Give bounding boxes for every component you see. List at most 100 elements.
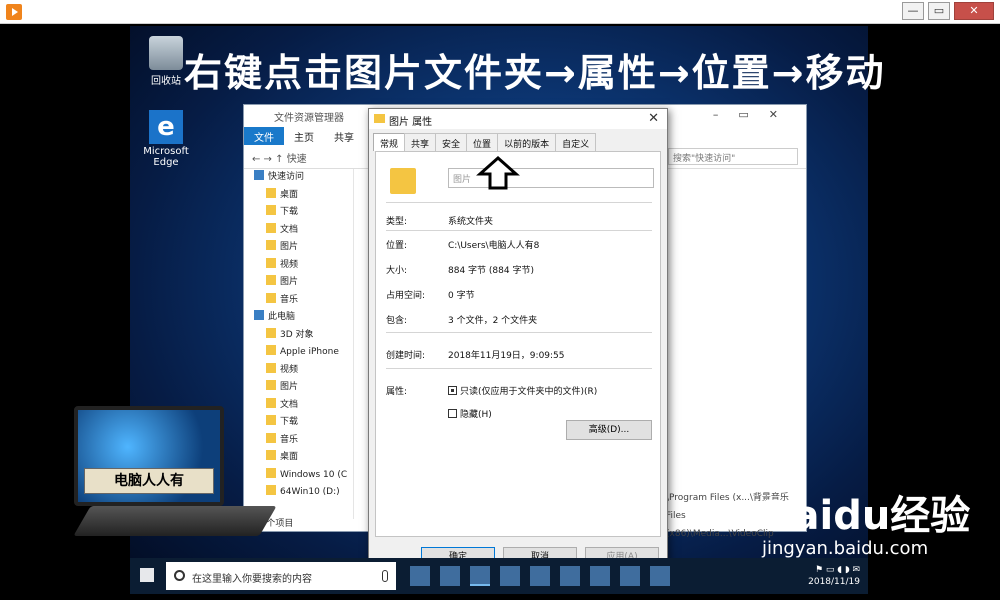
nav-item-label: 64Win10 (D:) [280, 487, 340, 497]
nav-item[interactable]: Apple iPhone [244, 344, 353, 362]
player-app-icon [6, 4, 22, 20]
edge-label-line1: Microsoft [143, 146, 189, 157]
nav-item-label: 图片 [280, 242, 299, 252]
nav-item[interactable]: 64Win10 (D:) [244, 484, 353, 502]
tutorial-caption: 右键点击图片文件夹→属性→位置→移动 [184, 51, 886, 95]
tab-sharing[interactable]: 共享 [404, 133, 437, 151]
folder-icon [266, 187, 276, 198]
star-icon [254, 310, 264, 320]
laptop-keyboard-graphic [73, 506, 277, 536]
nav-item[interactable]: 桌面 [244, 449, 353, 467]
nav-item-label: 文档 [280, 224, 299, 235]
microphone-icon[interactable] [382, 570, 388, 582]
checkbox-indeterminate-icon [448, 386, 457, 395]
edge-label-line2: Edge [153, 157, 179, 168]
hidden-label: 隐藏(H) [460, 410, 492, 420]
window-controls: — ▭ ✕ [902, 2, 994, 20]
brand-label: 电脑人人有 [84, 468, 214, 494]
nav-item[interactable]: 此电脑 [244, 309, 353, 327]
folder-icon [266, 450, 276, 460]
nav-item[interactable]: 文档 [244, 222, 353, 240]
tab-general[interactable]: 常规 [373, 133, 406, 151]
edge-icon: e [149, 110, 183, 144]
minimize-button[interactable]: — [902, 2, 924, 20]
general-tab-panel: 图片 类型: 系统文件夹 位置: C:\Users\电脑人人有8 大小: 884… [375, 151, 661, 537]
nav-item[interactable]: 3D 对象 [244, 327, 353, 345]
properties-dialog: 图片 属性 ✕ 常规 共享 安全 位置 以前的版本 自定义 图片 类型: 系统文… [368, 108, 668, 576]
nav-item-label: Windows 10 (C [280, 469, 348, 480]
nav-item[interactable]: 下载 [244, 204, 353, 222]
divider [386, 368, 652, 369]
nav-item-label: 图片 [280, 277, 299, 287]
ribbon-tab-share[interactable]: 共享 [324, 127, 364, 145]
file-explorer-taskbar-icon[interactable] [470, 566, 490, 586]
desktop-icon-edge[interactable]: e Microsoft Edge [136, 110, 196, 168]
video-frame: 回收站 e Microsoft Edge 右键点击图片文件夹→属性→位置→移动 … [8, 26, 992, 594]
folder-icon [266, 415, 276, 425]
location-label: 位置: [386, 241, 408, 251]
taskbar-search-box[interactable]: 在这里输入你要搜索的内容 [166, 562, 396, 590]
type-label: 类型: [386, 217, 408, 227]
nav-item-label: 快速访问 [268, 172, 305, 182]
nav-item[interactable]: 图片 [244, 379, 353, 397]
divider [386, 230, 652, 231]
nav-item[interactable]: 音乐 [244, 432, 353, 450]
explorer-search-input[interactable]: 搜索"快速访问" [668, 148, 798, 165]
start-windows-icon[interactable] [140, 568, 154, 582]
folder-icon [266, 485, 276, 495]
nav-item[interactable]: 视频 [244, 362, 353, 380]
attributes-label: 属性: [386, 387, 408, 397]
nav-item[interactable]: 下载 [244, 414, 353, 432]
dialog-close-icon[interactable]: ✕ [648, 111, 659, 126]
app-icon[interactable] [590, 566, 610, 586]
explorer-title: 文件资源管理器 [274, 113, 344, 124]
edge-taskbar-icon[interactable] [440, 566, 460, 586]
size-on-disk-value: 0 字节 [448, 291, 475, 301]
folder-icon [266, 432, 276, 443]
size-label: 大小: [386, 266, 408, 276]
mail-icon[interactable] [500, 566, 520, 586]
explorer-window-controls[interactable]: –▭✕ [713, 108, 798, 121]
nav-item[interactable]: 快速访问 [244, 169, 353, 187]
size-on-disk-label: 占用空间: [386, 291, 426, 301]
divider [386, 332, 652, 333]
nav-item[interactable]: 文档 [244, 397, 353, 415]
nav-arrows-icon[interactable]: ← → ↑ [252, 154, 287, 165]
folder-icon [266, 292, 276, 303]
taskbar-apps [410, 566, 670, 586]
nav-item-label: 图片 [280, 382, 299, 392]
contains-value: 3 个文件，2 个文件夹 [448, 316, 538, 326]
store-icon[interactable] [530, 566, 550, 586]
ribbon-tab-home[interactable]: 主页 [284, 127, 324, 145]
dialog-title: 图片 属性 [389, 117, 433, 128]
advanced-button[interactable]: 高级(D)... [566, 420, 652, 440]
tab-security[interactable]: 安全 [435, 133, 468, 151]
nav-item[interactable]: 音乐 [244, 292, 353, 310]
baidu-watermark: Baidu经验 jingyan.baidu.com [762, 494, 982, 594]
video-player-window: — ▭ ✕ 回收站 e Microsoft Edge 右键点击图片文件夹→属性→… [0, 0, 1000, 600]
photos-icon[interactable] [560, 566, 580, 586]
nav-item-label: 下载 [280, 417, 299, 427]
video-editor-icon[interactable] [620, 566, 640, 586]
nav-item[interactable]: 图片 [244, 239, 353, 257]
nav-item-label: 音乐 [280, 434, 299, 445]
hidden-checkbox[interactable]: 隐藏(H) [448, 407, 492, 420]
nav-item-label: 文档 [280, 399, 299, 410]
readonly-checkbox[interactable]: 只读(仅应用于文件夹中的文件)(R) [448, 384, 597, 397]
maximize-button[interactable]: ▭ [928, 2, 950, 20]
tab-location[interactable]: 位置 [466, 133, 499, 151]
nav-item[interactable]: 视频 [244, 257, 353, 275]
nav-item-label: 视频 [280, 364, 299, 375]
close-button[interactable]: ✕ [954, 2, 994, 20]
ribbon-tab-file[interactable]: 文件 [244, 127, 284, 145]
paint-icon[interactable] [650, 566, 670, 586]
folder-icon [266, 275, 276, 285]
nav-item[interactable]: Windows 10 (C [244, 467, 353, 485]
nav-item-label: 视频 [280, 259, 299, 270]
tab-previous-versions[interactable]: 以前的版本 [497, 133, 557, 151]
dialog-tabs: 常规 共享 安全 位置 以前的版本 自定义 [373, 133, 667, 151]
nav-item[interactable]: 桌面 [244, 187, 353, 205]
task-view-icon[interactable] [410, 566, 430, 586]
tab-customize[interactable]: 自定义 [555, 133, 597, 151]
nav-item[interactable]: 图片 [244, 274, 353, 292]
